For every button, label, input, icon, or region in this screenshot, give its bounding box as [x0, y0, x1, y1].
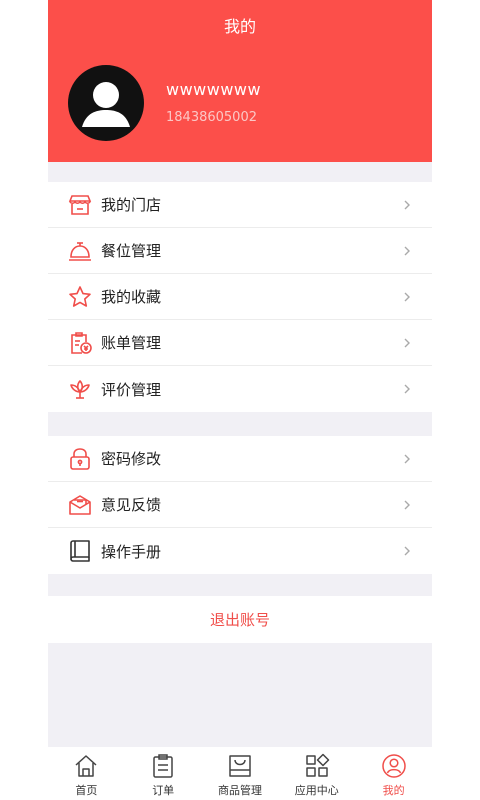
menu-group-store: 我的门店 餐位管理 我的收藏 账单管理 评价管理 — [48, 182, 432, 412]
page-title: 我的 — [223, 17, 256, 36]
home-icon — [75, 755, 97, 777]
chevron-right-icon — [404, 454, 410, 463]
screen: 我的 wwwwwww 18438605002 我的门店 餐位管理 我的收藏 账单… — [48, 0, 432, 800]
menu-item-label: 密码修改 — [101, 450, 162, 468]
tab-label: 我的 — [382, 784, 405, 797]
service-bell-icon — [67, 238, 93, 264]
logout-button[interactable]: 退出账号 — [48, 596, 432, 643]
profile-header: 我的 wwwwwww 18438605002 — [48, 0, 432, 162]
bottom-tab-bar: 首页 订单 商品管理 应用中心 我的 — [48, 747, 432, 800]
menu-group-settings: 密码修改 意见反馈 操作手册 — [48, 436, 432, 574]
chevron-right-icon — [404, 200, 410, 209]
menu-item-reviews[interactable]: 评价管理 — [48, 366, 432, 412]
menu-item-favorites[interactable]: 我的收藏 — [48, 274, 432, 320]
chevron-right-icon — [404, 338, 410, 347]
tab-products[interactable]: 商品管理 — [202, 747, 279, 800]
chevron-right-icon — [404, 292, 410, 301]
menu-item-label: 操作手册 — [101, 542, 162, 561]
tab-label: 应用中心 — [294, 784, 339, 797]
apps-icon — [306, 753, 330, 777]
user-icon — [381, 754, 406, 778]
chevron-right-icon — [404, 546, 410, 556]
menu-item-bills[interactable]: 账单管理 — [48, 320, 432, 366]
menu-item-label: 意见反馈 — [101, 496, 162, 514]
lotus-icon — [67, 376, 93, 402]
menu-item-manual[interactable]: 操作手册 — [48, 528, 432, 574]
tab-home[interactable]: 首页 — [48, 747, 125, 800]
bill-icon — [67, 330, 93, 356]
menu-item-change-password[interactable]: 密码修改 — [48, 436, 432, 482]
phone-number: 18438605002 — [166, 110, 257, 125]
menu-item-label: 餐位管理 — [101, 242, 162, 260]
username: wwwwwww — [166, 80, 262, 99]
avatar[interactable] — [68, 65, 144, 141]
book-icon — [67, 538, 93, 564]
feedback-envelope-icon — [67, 492, 93, 518]
tab-orders[interactable]: 订单 — [125, 747, 202, 800]
tab-label: 商品管理 — [217, 784, 262, 797]
user-avatar-icon — [68, 65, 144, 141]
bag-icon — [229, 755, 251, 777]
menu-item-label: 我的门店 — [101, 196, 162, 214]
lock-icon — [67, 446, 93, 472]
chevron-right-icon — [404, 384, 410, 394]
tab-label: 订单 — [152, 784, 175, 797]
tab-app-center[interactable]: 应用中心 — [278, 747, 355, 800]
tab-mine[interactable]: 我的 — [355, 747, 432, 800]
store-icon — [67, 192, 93, 218]
menu-item-label: 我的收藏 — [101, 288, 162, 306]
chevron-right-icon — [404, 246, 410, 255]
tab-label: 首页 — [75, 784, 98, 797]
menu-item-seat-management[interactable]: 餐位管理 — [48, 228, 432, 274]
menu-item-label: 账单管理 — [101, 334, 162, 352]
menu-item-label: 评价管理 — [101, 380, 162, 399]
star-icon — [67, 284, 93, 310]
chevron-right-icon — [404, 500, 410, 509]
menu-item-feedback[interactable]: 意见反馈 — [48, 482, 432, 528]
menu-item-my-store[interactable]: 我的门店 — [48, 182, 432, 228]
clipboard-icon — [153, 754, 173, 778]
